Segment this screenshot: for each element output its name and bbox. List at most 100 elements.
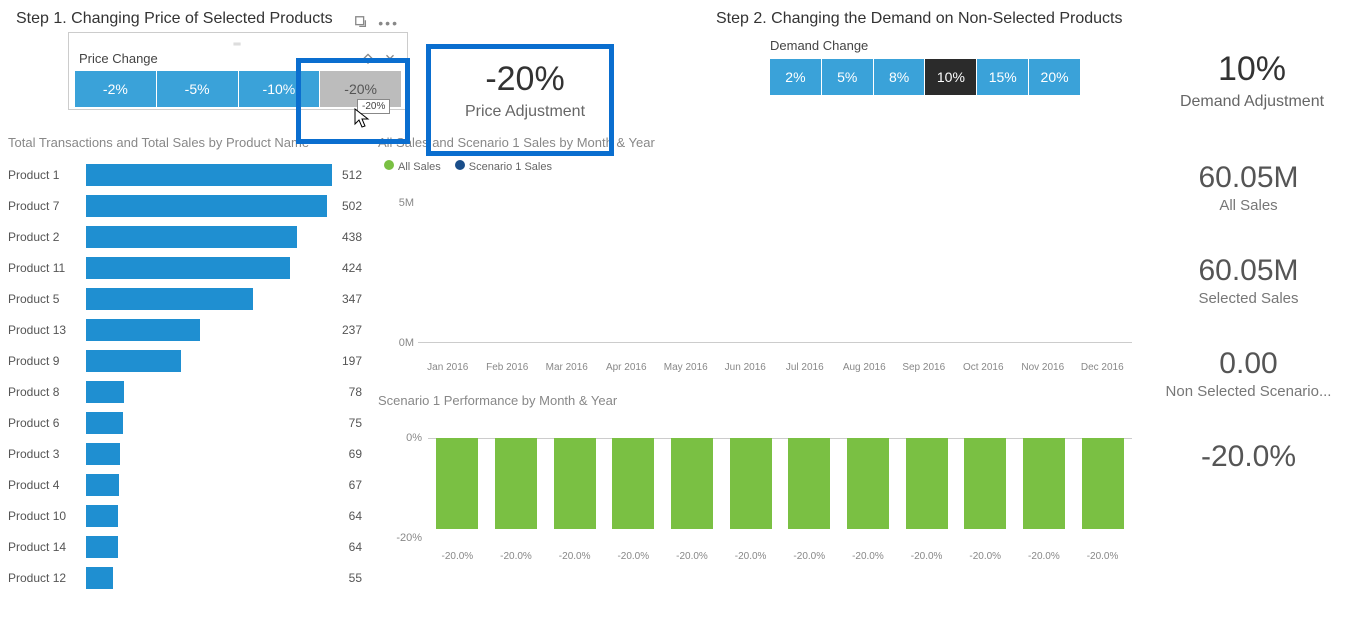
- hbar-value: 64: [349, 540, 362, 554]
- perf-bar[interactable]: [495, 438, 537, 529]
- perf-bar[interactable]: [906, 438, 948, 529]
- colchart-xtick: May 2016: [661, 362, 711, 373]
- hbar-row[interactable]: Product 467: [8, 470, 362, 500]
- hbar-row[interactable]: Product 1255: [8, 563, 362, 590]
- hbar-category: Product 14: [8, 540, 86, 554]
- perf-bar[interactable]: [1023, 438, 1065, 529]
- perf-bar[interactable]: [964, 438, 1006, 529]
- perf-value-label: -20.0%: [969, 551, 1001, 562]
- hbar-row[interactable]: Product 14 64: [8, 532, 362, 562]
- all-sales-label: All Sales: [1198, 197, 1298, 214]
- perf-value-label: -20.0%: [793, 551, 825, 562]
- hbar-row[interactable]: Product 5 347: [8, 284, 362, 314]
- perf-bar[interactable]: [554, 438, 596, 529]
- perf-value-label: -20.0%: [911, 551, 943, 562]
- hbar-row[interactable]: Product 369: [8, 439, 362, 469]
- hbar-value: 78: [349, 385, 362, 399]
- hbar-value: 347: [342, 292, 362, 306]
- slicer-option[interactable]: -10%: [239, 71, 321, 107]
- hbar-category: Product 3: [8, 447, 86, 461]
- colchart-legend: All Sales Scenario 1 Sales: [384, 160, 1132, 173]
- hbar-row[interactable]: Product 7502: [8, 191, 362, 221]
- slicer-option[interactable]: -2%: [75, 71, 157, 107]
- price-adjustment-card: -20% Price Adjustment: [440, 60, 610, 121]
- slicer-option[interactable]: 10%: [925, 59, 977, 95]
- colchart-xtick: Mar 2016: [542, 362, 592, 373]
- hbar-title: Total Transactions and Total Sales by Pr…: [8, 135, 362, 150]
- colchart-xtick: Nov 2016: [1018, 362, 1068, 373]
- price-change-slicer[interactable]: ═ ••• Price Change -2%-5%-10%-20%: [68, 32, 408, 110]
- hbar-value: 512: [342, 168, 362, 182]
- hbar-row[interactable]: Product 2438: [8, 222, 362, 252]
- step2-title: Step 2. Changing the Demand on Non-Selec…: [700, 0, 1147, 32]
- slicer-tooltip: -20%: [357, 99, 390, 114]
- hbar-category: Product 9: [8, 354, 86, 368]
- colchart-xtick: Dec 2016: [1077, 362, 1127, 373]
- performance-chart[interactable]: 0% -20% -20.0%-20.0%-20.0%-20.0%-20.0%-2…: [378, 418, 1132, 578]
- hbar-row[interactable]: Product 9 197: [8, 346, 362, 376]
- perf-bar[interactable]: [612, 438, 654, 529]
- perf-bar[interactable]: [847, 438, 889, 529]
- hbar-row[interactable]: Product 878: [8, 377, 362, 407]
- hbar-row[interactable]: Product 10 64: [8, 501, 362, 531]
- colchart-xtick: Sep 2016: [899, 362, 949, 373]
- step1-title: Step 1. Changing Price of Selected Produ…: [0, 0, 700, 32]
- colchart-xtick: Feb 2016: [482, 362, 532, 373]
- demand-change-slicer[interactable]: 2%5%8%10%15%20%: [770, 59, 1080, 95]
- colchart-ytick-top: 5M: [399, 197, 414, 209]
- hbar-category: Product 6: [8, 416, 86, 430]
- perf-value-label: -20.0%: [735, 551, 767, 562]
- slicer-option[interactable]: 2%: [770, 59, 822, 95]
- perf-bar[interactable]: [1082, 438, 1124, 529]
- pct-diff-value: -20.0%: [1201, 440, 1296, 474]
- colchart-xtick: Jul 2016: [780, 362, 830, 373]
- perf-bar[interactable]: [730, 438, 772, 529]
- perf-bar[interactable]: [436, 438, 478, 529]
- price-change-label: Price Change: [79, 51, 158, 66]
- slicer-drag-handle[interactable]: ═: [75, 39, 401, 50]
- hbar-row[interactable]: Product 11424: [8, 253, 362, 283]
- hbar-value: 197: [342, 354, 362, 368]
- demand-adjustment-card: 10% Demand Adjustment: [1147, 0, 1357, 111]
- selected-sales-label: Selected Sales: [1198, 290, 1298, 307]
- all-sales-value: 60.05M: [1198, 161, 1298, 195]
- non-selected-card: 0.00 Non Selected Scenario...: [1166, 347, 1332, 400]
- hbar-value: 237: [342, 323, 362, 337]
- perf-bar[interactable]: [671, 438, 713, 529]
- demand-adjustment-label: Demand Adjustment: [1147, 93, 1357, 111]
- perf-value-label: -20.0%: [559, 551, 591, 562]
- hbar-category: Product 4: [8, 478, 86, 492]
- chevron-down-icon[interactable]: [383, 50, 397, 67]
- perf-value-label: -20.0%: [1028, 551, 1060, 562]
- focus-mode-icon[interactable]: [354, 15, 368, 32]
- hbar-value: 75: [349, 416, 362, 430]
- hbar-row[interactable]: Product 6 75: [8, 408, 362, 438]
- hbar-category: Product 10: [8, 509, 86, 523]
- hbar-category: Product 13: [8, 323, 86, 337]
- more-options-icon[interactable]: •••: [378, 15, 399, 32]
- hbar-row[interactable]: Product 1 512: [8, 160, 362, 190]
- hbar-category: Product 5: [8, 292, 86, 306]
- perf-bar[interactable]: [788, 438, 830, 529]
- hbar-category: Product 1: [8, 168, 86, 182]
- colchart-title: All Sales and Scenario 1 Sales by Month …: [378, 135, 1132, 150]
- slicer-option[interactable]: 8%: [874, 59, 926, 95]
- hbar-value: 64: [349, 509, 362, 523]
- perf-value-label: -20.0%: [676, 551, 708, 562]
- hbar-value: 424: [342, 261, 362, 275]
- colchart-ytick-bottom: 0M: [399, 337, 414, 349]
- hbar-chart[interactable]: Product 1512Product 7502Product 2438Prod…: [8, 160, 362, 590]
- slicer-option[interactable]: 15%: [977, 59, 1029, 95]
- non-selected-label: Non Selected Scenario...: [1166, 383, 1332, 400]
- colchart-xtick: Oct 2016: [958, 362, 1008, 373]
- eraser-icon[interactable]: [361, 50, 375, 67]
- hbar-row[interactable]: Product 13 237: [8, 315, 362, 345]
- colchart-xtick: Apr 2016: [601, 362, 651, 373]
- slicer-option[interactable]: 20%: [1029, 59, 1080, 95]
- grouped-column-chart[interactable]: 5M 0M Jan 2016Feb 2016Mar 2016Apr 2016Ma…: [378, 173, 1132, 373]
- hbar-category: Product 2: [8, 230, 86, 244]
- demand-change-label: Demand Change: [770, 38, 1147, 53]
- all-sales-card: 60.05M All Sales: [1198, 161, 1298, 214]
- slicer-option[interactable]: 5%: [822, 59, 874, 95]
- slicer-option[interactable]: -5%: [157, 71, 239, 107]
